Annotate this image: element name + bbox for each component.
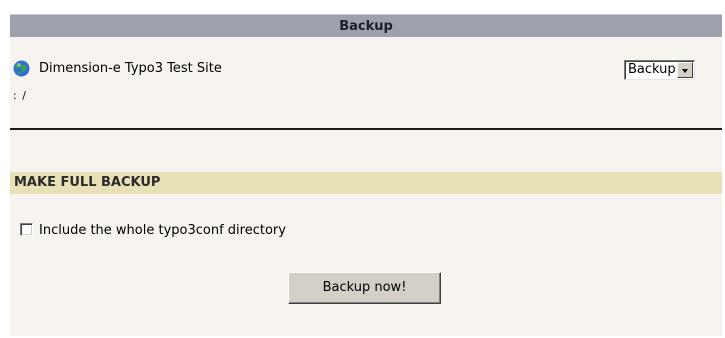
site-name: Dimension-e Typo3 Test Site — [39, 61, 222, 76]
page-title: Backup — [339, 19, 393, 34]
backup-now-button[interactable]: Backup now! — [288, 272, 441, 304]
divider — [10, 128, 722, 130]
function-menu-select[interactable]: Backup — [624, 60, 695, 80]
section-title: MAKE FULL BACKUP — [14, 175, 161, 190]
include-typo3conf-checkbox[interactable] — [20, 223, 33, 236]
site-path: : / — [13, 89, 27, 102]
chevron-down-icon[interactable] — [677, 62, 693, 78]
section-header-bar: MAKE FULL BACKUP — [10, 172, 722, 194]
function-menu-value: Backup — [628, 62, 676, 77]
globe-icon — [13, 60, 30, 77]
backup-module-panel: Backup Dimension-e Typo3 Test Site : / B… — [10, 14, 722, 336]
module-header-bar: Backup — [10, 14, 722, 37]
include-typo3conf-label[interactable]: Include the whole typo3conf directory — [39, 222, 286, 240]
